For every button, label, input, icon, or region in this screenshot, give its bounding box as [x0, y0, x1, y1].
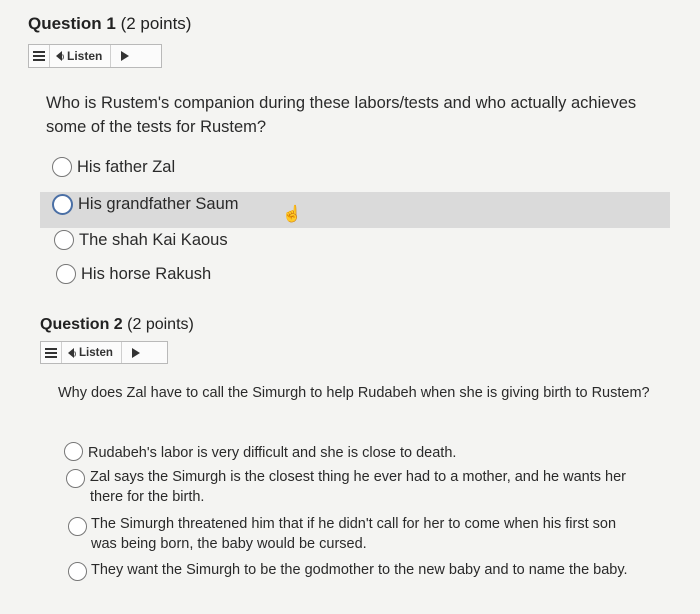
question-1-title: Question 1 (2 points) — [28, 14, 191, 34]
radio-button[interactable] — [68, 562, 87, 581]
option-label: His father Zal — [77, 158, 176, 176]
question-1-text: Who is Rustem's companion during these l… — [46, 94, 637, 136]
q1-option-4[interactable]: His horse Rakush — [56, 264, 211, 284]
speaker-icon — [68, 347, 76, 358]
radio-button[interactable] — [66, 469, 85, 488]
option-label: The Simurgh threatened him that if he di… — [91, 516, 617, 552]
question-2-label: Question 2 — [40, 316, 123, 333]
question-1-label: Question 1 — [28, 14, 116, 33]
question-2-text: Why does Zal have to call the Simurgh to… — [58, 385, 650, 401]
listen-label-2: Listen — [79, 346, 113, 359]
hand-cursor-icon: ☝ — [282, 206, 302, 223]
listen-button-1[interactable]: Listen — [50, 45, 112, 67]
question-2-points: (2 points) — [127, 316, 194, 333]
option-label: Zal says the Simurgh is the closest thin… — [90, 469, 626, 505]
radio-button[interactable] — [68, 517, 87, 536]
q2-option-1[interactable]: Rudabeh's labor is very difficult and sh… — [64, 442, 664, 463]
option-label: Rudabeh's labor is very difficult and sh… — [88, 445, 457, 461]
question-2-title: Question 2 (2 points) — [40, 316, 194, 334]
radio-button[interactable] — [56, 264, 76, 284]
q1-option-2[interactable]: His grandfather Saum — [52, 194, 239, 215]
play-icon[interactable] — [122, 342, 150, 363]
q2-option-4[interactable]: They want the Simurgh to be the godmothe… — [68, 560, 668, 581]
listen-button-2[interactable]: Listen — [62, 342, 122, 363]
radio-button[interactable] — [54, 230, 74, 250]
option-label: His grandfather Saum — [78, 195, 239, 213]
q1-option-3[interactable]: The shah Kai Kaous — [54, 230, 228, 250]
radio-button[interactable] — [52, 157, 72, 177]
question-1-points: (2 points) — [120, 14, 192, 33]
listen-toolbar-1: Listen — [28, 44, 162, 68]
speaker-icon — [56, 51, 64, 61]
menu-icon[interactable] — [41, 342, 62, 363]
listen-toolbar-2: Listen — [40, 341, 168, 364]
q1-option-1[interactable]: His father Zal — [52, 157, 175, 177]
option-label: The shah Kai Kaous — [79, 231, 228, 249]
option-label: His horse Rakush — [81, 265, 212, 283]
option-label: They want the Simurgh to be the godmothe… — [91, 562, 628, 578]
q2-option-2[interactable]: Zal says the Simurgh is the closest thin… — [66, 467, 666, 507]
radio-button[interactable] — [52, 194, 73, 215]
play-icon[interactable] — [111, 45, 139, 67]
q2-option-3[interactable]: The Simurgh threatened him that if he di… — [68, 514, 668, 554]
radio-button[interactable] — [64, 442, 83, 461]
listen-label-1: Listen — [67, 49, 103, 63]
menu-icon[interactable] — [29, 45, 50, 67]
